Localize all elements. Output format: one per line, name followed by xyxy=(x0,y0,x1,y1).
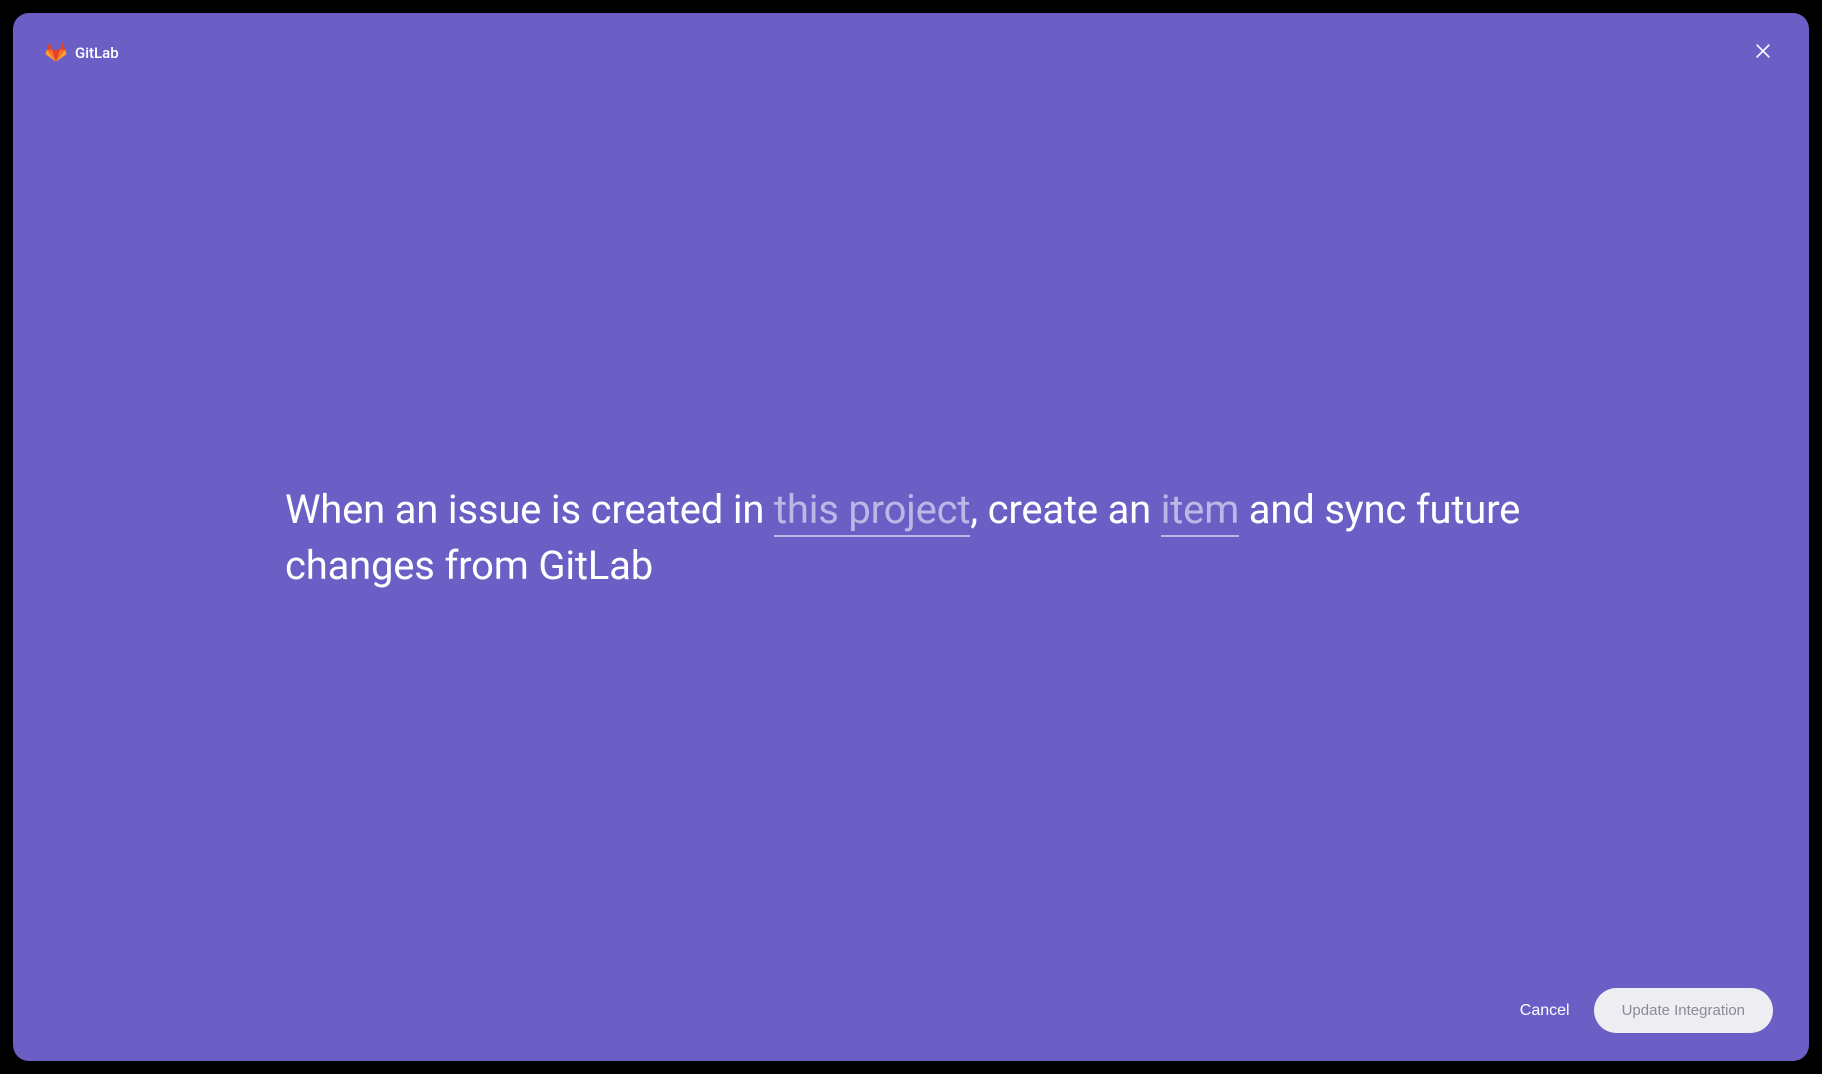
close-button[interactable] xyxy=(1749,37,1777,68)
update-integration-button[interactable]: Update Integration xyxy=(1594,988,1773,1033)
cancel-button[interactable]: Cancel xyxy=(1520,1002,1570,1020)
brand-name: GitLab xyxy=(75,44,119,62)
project-slot[interactable]: this project xyxy=(774,486,970,537)
rule-sentence: When an issue is created in this project… xyxy=(285,482,1537,594)
modal-footer: Cancel Update Integration xyxy=(13,960,1809,1061)
integration-modal: GitLab When an issue is created in this … xyxy=(13,13,1809,1061)
gitlab-icon xyxy=(45,42,67,64)
close-icon xyxy=(1753,41,1773,64)
item-slot[interactable]: item xyxy=(1161,486,1239,537)
sentence-text: , create an xyxy=(970,486,1160,533)
brand-wrap: GitLab xyxy=(45,42,119,64)
modal-header: GitLab xyxy=(13,13,1809,92)
sentence-text: When an issue is created in xyxy=(285,486,774,533)
modal-content: When an issue is created in this project… xyxy=(13,92,1809,960)
